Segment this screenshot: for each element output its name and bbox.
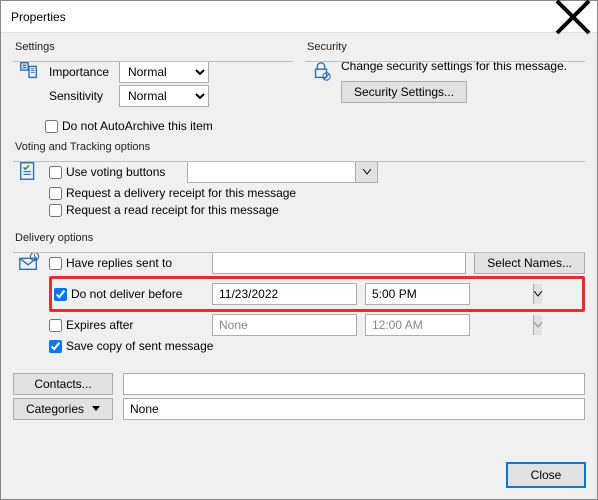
close-button[interactable]: Close xyxy=(507,463,585,487)
chevron-down-icon[interactable] xyxy=(355,162,377,182)
no-deliver-checkbox[interactable] xyxy=(54,288,67,301)
settings-legend: Settings xyxy=(13,41,59,53)
security-settings-button[interactable]: Security Settings... xyxy=(341,81,467,103)
autoarchive-checkbox[interactable] xyxy=(45,120,58,133)
save-copy-label: Save copy of sent message xyxy=(66,339,213,353)
delivery-group: Delivery options Have replies sent to xyxy=(13,232,585,360)
expires-time-combo[interactable] xyxy=(365,314,470,336)
voting-input[interactable] xyxy=(188,162,355,182)
expires-date-input[interactable] xyxy=(213,315,380,335)
settings-group: Settings Importance Normal Sensi xyxy=(13,41,293,113)
expires-checkbox[interactable] xyxy=(49,319,62,332)
importance-label: Importance xyxy=(49,65,111,79)
security-legend: Security xyxy=(305,41,351,53)
close-icon[interactable] xyxy=(553,3,593,31)
no-deliver-time-combo[interactable] xyxy=(365,283,470,305)
voting-combo[interactable] xyxy=(187,161,378,183)
contacts-input[interactable] xyxy=(123,373,585,395)
delivery-legend: Delivery options xyxy=(13,232,97,244)
voting-legend: Voting and Tracking options xyxy=(13,141,154,153)
delivery-receipt-checkbox[interactable] xyxy=(49,187,62,200)
contacts-button[interactable]: Contacts... xyxy=(13,373,113,395)
select-names-button[interactable]: Select Names... xyxy=(474,252,585,274)
no-deliver-time-input[interactable] xyxy=(366,284,533,304)
no-deliver-label: Do not deliver before xyxy=(71,287,182,301)
sensitivity-select[interactable]: Normal xyxy=(119,85,209,107)
voting-icon xyxy=(17,159,41,183)
chevron-down-icon xyxy=(92,406,100,412)
autoarchive-label: Do not AutoArchive this item xyxy=(62,119,213,133)
chevron-down-icon[interactable] xyxy=(533,284,542,304)
categories-button-label: Categories xyxy=(26,402,84,416)
no-deliver-date-combo[interactable] xyxy=(212,283,357,305)
categories-button[interactable]: Categories xyxy=(13,398,113,420)
expires-date-combo[interactable] xyxy=(212,314,357,336)
security-group: Security Change security settings for th… xyxy=(305,41,585,113)
no-deliver-date-input[interactable] xyxy=(213,284,380,304)
use-voting-checkbox[interactable] xyxy=(49,166,62,179)
categories-input[interactable] xyxy=(123,398,585,420)
sensitivity-label: Sensitivity xyxy=(49,89,111,103)
read-receipt-checkbox[interactable] xyxy=(49,204,62,217)
chevron-down-icon[interactable] xyxy=(533,315,542,335)
save-copy-checkbox[interactable] xyxy=(49,340,62,353)
replies-input[interactable] xyxy=(212,252,466,274)
delivery-icon xyxy=(17,250,41,274)
replies-label: Have replies sent to xyxy=(66,256,172,270)
expires-label: Expires after xyxy=(66,318,133,332)
use-voting-label: Use voting buttons xyxy=(66,165,165,179)
read-receipt-label: Request a read receipt for this message xyxy=(66,203,279,217)
properties-dialog: Properties Settings Importance xyxy=(0,0,598,500)
expires-time-input[interactable] xyxy=(366,315,533,335)
settings-icon xyxy=(17,59,41,83)
titlebar: Properties xyxy=(1,1,597,33)
importance-select[interactable]: Normal xyxy=(119,61,209,83)
window-title: Properties xyxy=(11,10,553,24)
delivery-receipt-label: Request a delivery receipt for this mess… xyxy=(66,186,296,200)
replies-checkbox[interactable] xyxy=(49,257,62,270)
do-not-deliver-highlight: Do not deliver before xyxy=(49,276,585,312)
footer: Close xyxy=(1,455,597,499)
voting-group: Voting and Tracking options Use voting b… xyxy=(13,141,585,224)
lock-icon xyxy=(309,59,333,83)
